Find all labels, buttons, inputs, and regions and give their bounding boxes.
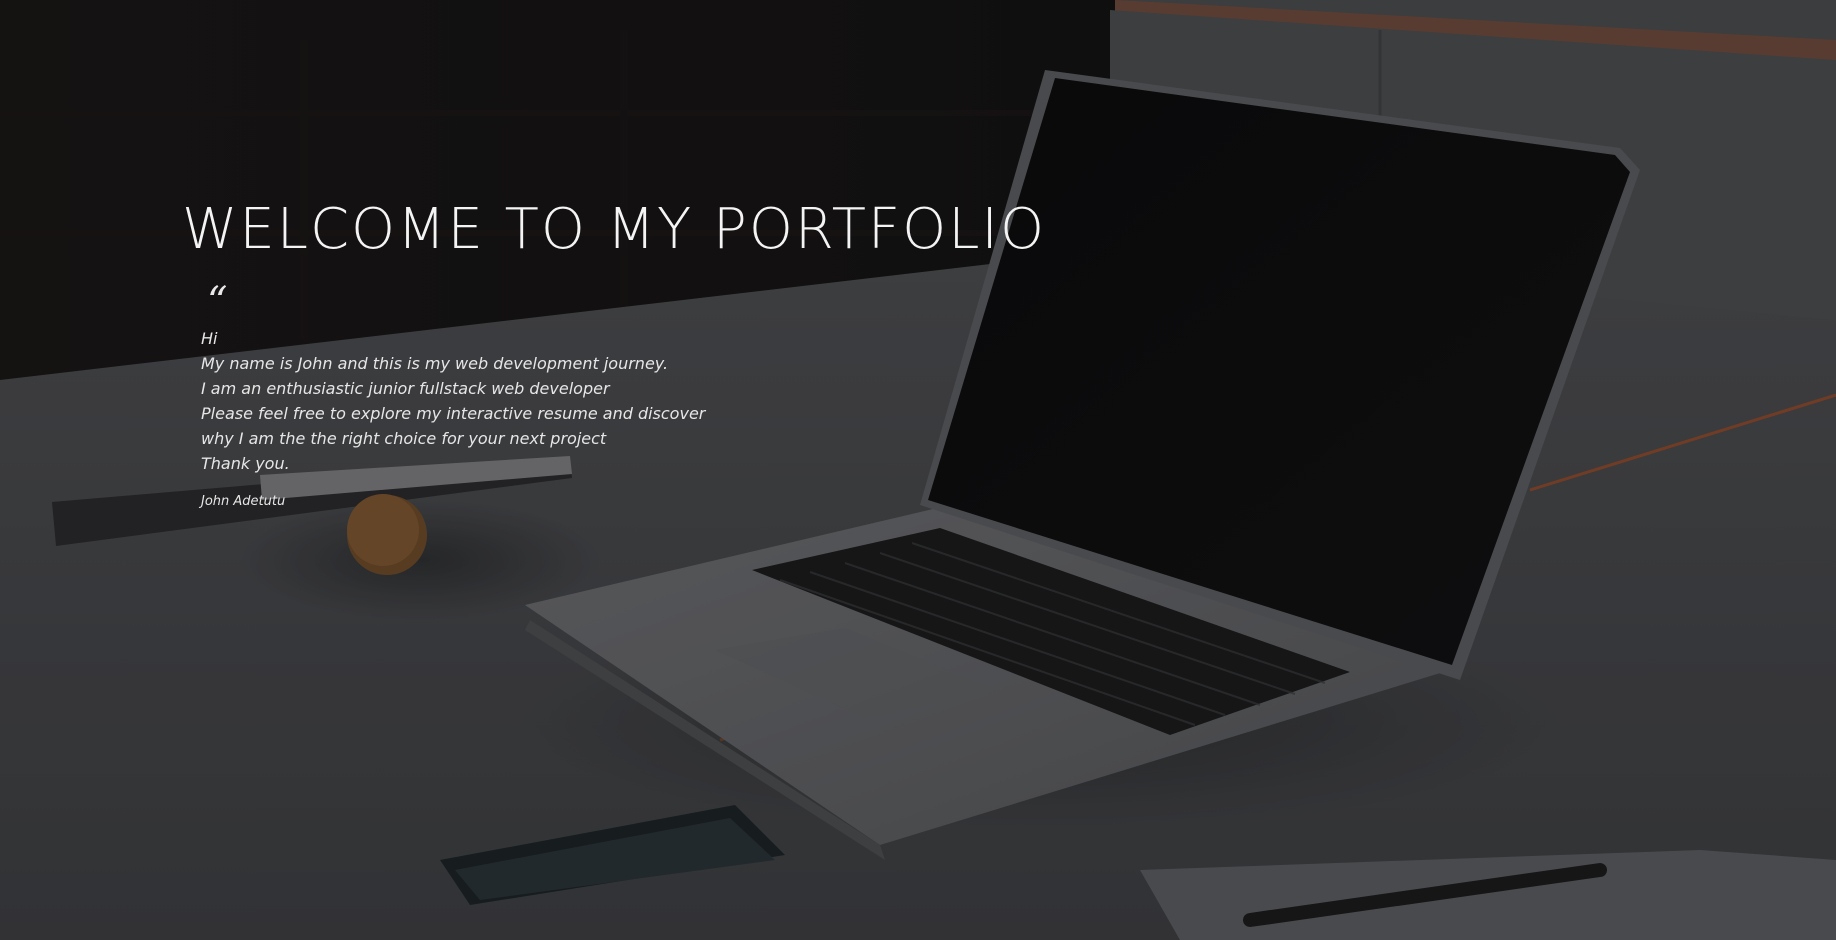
quote-line-invite: Please feel free to explore my interacti…	[201, 404, 706, 423]
quote-line-name: My name is John and this is my web devel…	[201, 354, 669, 373]
quote-line-role: I am an enthusiastic junior fullstack we…	[201, 379, 610, 398]
quote-line-greeting: Hi	[201, 329, 218, 348]
quote-mark-icon: “	[207, 279, 228, 325]
hero-section: WELCOME TO MY PORTFOLIO “ Hi My name is …	[0, 0, 1836, 940]
quote-line-reason: why I am the the right choice for your n…	[201, 429, 607, 448]
signature: John Adetutu	[201, 494, 286, 509]
page-title: WELCOME TO MY PORTFOLIO	[182, 197, 1047, 262]
intro-content: WELCOME TO MY PORTFOLIO “ Hi My name is …	[182, 196, 1282, 510]
intro-quote: “ Hi My name is John and this is my web …	[201, 282, 1282, 510]
quote-lines: Hi My name is John and this is my web de…	[201, 326, 1282, 476]
quote-line-thanks: Thank you.	[201, 454, 290, 473]
